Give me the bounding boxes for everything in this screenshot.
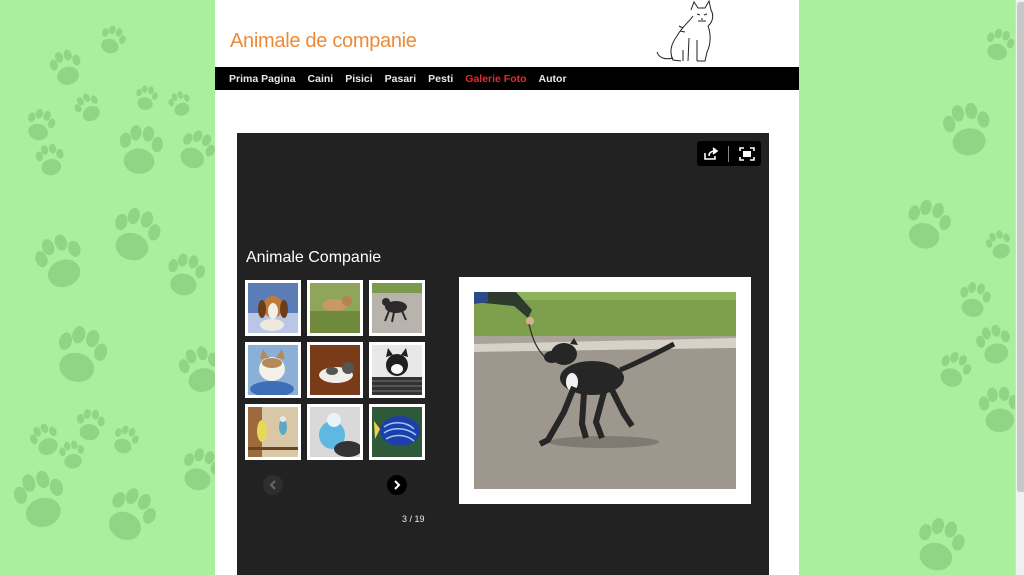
vertical-scrollbar[interactable] bbox=[1015, 0, 1024, 575]
chevron-right-icon bbox=[394, 480, 401, 490]
thumbnail-blue-fish[interactable] bbox=[369, 404, 425, 460]
gallery-title: Animale Companie bbox=[246, 249, 382, 266]
next-page-button[interactable] bbox=[387, 475, 407, 495]
page-container: Animale de companie Prima Pagina Caini P… bbox=[215, 0, 799, 575]
site-title[interactable]: Animale de companie bbox=[230, 30, 417, 53]
cat-sketch-logo bbox=[656, 0, 714, 62]
paw-print-pattern-right bbox=[799, 0, 1015, 575]
fullscreen-button[interactable] bbox=[736, 144, 758, 164]
thumbnail-beagle[interactable] bbox=[245, 280, 301, 336]
dog-grass-photo bbox=[310, 283, 360, 333]
parakeets-photo bbox=[248, 407, 298, 457]
thumbnail-dog-grass[interactable] bbox=[307, 280, 363, 336]
nav-item-caini[interactable]: Caini bbox=[308, 73, 334, 85]
share-icon bbox=[704, 146, 719, 160]
gallery-toolbar bbox=[697, 141, 761, 166]
cat-blue-photo bbox=[248, 345, 298, 395]
share-button[interactable] bbox=[700, 144, 722, 164]
nav-item-pisici[interactable]: Pisici bbox=[345, 73, 372, 85]
image-counter: 3 / 19 bbox=[402, 514, 425, 524]
thumbnail-cat-basket[interactable] bbox=[369, 342, 425, 398]
cat-lying-photo bbox=[310, 345, 360, 395]
photo-gallery: Animale Companie 3 / 19 bbox=[237, 133, 769, 575]
thumbnail-black-dog[interactable] bbox=[369, 280, 425, 336]
black-dog-on-leash-photo bbox=[474, 292, 736, 489]
blue-fish-photo bbox=[372, 407, 422, 457]
beagle-photo bbox=[248, 283, 298, 333]
nav-item-pesti[interactable]: Pesti bbox=[428, 73, 453, 85]
paw-print-pattern-left bbox=[0, 0, 215, 575]
nav-item-galerie-foto[interactable]: Galerie Foto bbox=[465, 73, 526, 85]
nav-item-prima-pagina[interactable]: Prima Pagina bbox=[229, 73, 296, 85]
nav-item-pasari[interactable]: Pasari bbox=[385, 73, 417, 85]
main-navigation: Prima Pagina Caini Pisici Pasari Pesti G… bbox=[215, 67, 799, 90]
thumbnail-cat-blue[interactable] bbox=[245, 342, 301, 398]
main-photo-frame[interactable] bbox=[459, 277, 751, 504]
blue-budgie-photo bbox=[310, 407, 360, 457]
cat-basket-photo bbox=[372, 345, 422, 395]
thumbnail-parakeets[interactable] bbox=[245, 404, 301, 460]
scrollbar-thumb[interactable] bbox=[1017, 2, 1024, 492]
chevron-left-icon bbox=[269, 480, 276, 490]
thumbnail-cat-lying[interactable] bbox=[307, 342, 363, 398]
black-dog-photo bbox=[372, 283, 422, 333]
nav-item-autor[interactable]: Autor bbox=[539, 73, 567, 85]
fullscreen-icon bbox=[739, 146, 755, 161]
thumbnail-blue-budgie[interactable] bbox=[307, 404, 363, 460]
toolbar-divider bbox=[728, 145, 730, 162]
previous-page-button[interactable] bbox=[263, 475, 283, 495]
